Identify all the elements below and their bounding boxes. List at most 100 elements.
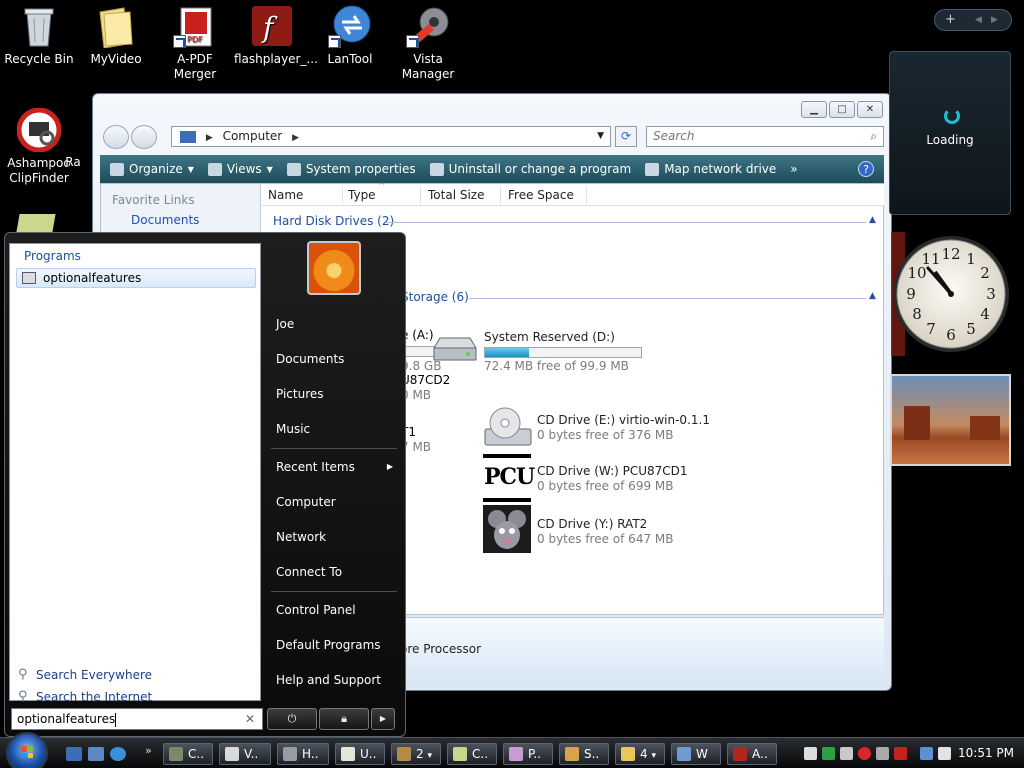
power-controls: ⏻ 🔒︎ ▶	[267, 708, 395, 730]
search-icon: ⌕	[870, 129, 877, 143]
minimize-button[interactable]: ▁	[801, 101, 827, 118]
green-tray-icon[interactable]	[822, 747, 835, 760]
nav-link-documents[interactable]: Documents	[101, 207, 260, 227]
taskbar-group-2[interactable]: 2 ▾	[391, 743, 441, 765]
maximize-button[interactable]: □	[829, 101, 855, 118]
taskbar-item-2[interactable]: V..	[219, 743, 271, 765]
system-properties-button[interactable]: System properties	[286, 162, 416, 176]
close-button[interactable]: ✕	[857, 101, 883, 118]
slideshow-gadget[interactable]	[890, 374, 1011, 466]
cd-drive-icon	[484, 407, 532, 446]
drive-item-d[interactable]: System Reserved (D:) 72.4 MB free of 99.…	[433, 330, 642, 373]
column-type[interactable]: Type	[348, 188, 376, 202]
utility-tray-icon[interactable]	[876, 747, 889, 760]
desktop-icon-flashplayer[interactable]: f flashplayer_...	[234, 4, 318, 67]
back-button[interactable]	[103, 125, 129, 149]
start-item-pictures[interactable]: Pictures	[267, 379, 401, 409]
column-total-size[interactable]: Total Size	[428, 188, 484, 202]
shutdown-options-button[interactable]: ▶	[371, 708, 395, 730]
start-item-user[interactable]: Joe	[267, 309, 401, 339]
next-gadget-button[interactable]: ▶	[991, 15, 998, 25]
taskbar-item-8[interactable]: S..	[559, 743, 609, 765]
desktop-icon-vista-manager[interactable]: Vista Manager	[390, 4, 466, 82]
desktop-icon-ashampoo-clipfinder[interactable]: Ashampoo ClipFinder	[1, 107, 77, 186]
internet-explorer-icon[interactable]	[110, 747, 126, 761]
group-removable-storage[interactable]: Storage (6)	[401, 290, 469, 304]
taskbar-item-6[interactable]: C..	[447, 743, 497, 765]
forward-button[interactable]	[131, 125, 157, 149]
clock-numeral: 8	[912, 305, 922, 323]
drive-item-w[interactable]: PCU CD Drive (W:) PCU87CD1 0 bytes free …	[483, 454, 688, 502]
taskbar-group-4[interactable]: 4 ▾	[615, 743, 665, 765]
start-item-help-and-support[interactable]: Help and Support	[267, 665, 401, 695]
views-button[interactable]: Views ▼	[207, 162, 273, 176]
navigation-bar: ▶ Computer ▶ ▼ ⟳ Search ⌕	[101, 125, 885, 149]
desktop-icon-recycle-bin[interactable]: Recycle Bin	[1, 4, 77, 67]
uninstall-program-button[interactable]: Uninstall or change a program	[429, 162, 631, 176]
column-name[interactable]: Name	[268, 188, 303, 202]
address-bar[interactable]: ▶ Computer ▶ ▼	[171, 126, 611, 147]
start-item-control-panel[interactable]: Control Panel	[267, 595, 401, 625]
clear-search-icon[interactable]: ✕	[245, 709, 255, 729]
desktop-icon-partial[interactable]: Ra	[58, 155, 88, 170]
taskbar-item-4[interactable]: U..	[335, 743, 385, 765]
desktop-icon-lantool[interactable]: LanTool	[312, 4, 388, 67]
quicklaunch-more-icon[interactable]: »	[145, 744, 152, 757]
taskbar-clock[interactable]: 10:51 PM	[958, 746, 1014, 760]
group-hard-disk-drives[interactable]: Hard Disk Drives (2)	[273, 214, 394, 228]
refresh-button[interactable]: ⟳	[615, 126, 637, 147]
start-item-documents[interactable]: Documents	[267, 344, 401, 374]
column-free-space[interactable]: Free Space	[508, 188, 574, 202]
show-desktop-icon[interactable]	[66, 747, 82, 761]
lock-button[interactable]: 🔒︎	[319, 708, 369, 730]
search-everywhere-link[interactable]: Search Everywhere	[36, 668, 152, 682]
program-result-optionalfeatures[interactable]: optionalfeatures	[16, 268, 256, 288]
taskbar-item-7[interactable]: P..	[503, 743, 553, 765]
search-input[interactable]: Search ⌕	[646, 126, 884, 147]
start-button[interactable]	[6, 732, 48, 768]
more-commands-button[interactable]: »	[790, 162, 797, 176]
prev-gadget-button[interactable]: ◀	[975, 15, 982, 25]
address-dropdown-icon[interactable]: ▼	[597, 127, 604, 146]
add-gadget-button[interactable]: +	[945, 12, 956, 27]
help-icon[interactable]: ?	[858, 161, 874, 177]
printer-tray-icon[interactable]	[804, 747, 817, 760]
sidebar-controls: + ◀ ▶	[934, 9, 1012, 31]
rat-disc-icon	[483, 505, 531, 553]
tool-tray-icon[interactable]	[840, 747, 853, 760]
taskbar-item-3[interactable]: H..	[277, 743, 329, 765]
switch-windows-icon[interactable]	[88, 747, 104, 761]
start-item-connect-to[interactable]: Connect To	[267, 557, 401, 587]
start-item-default-programs[interactable]: Default Programs	[267, 630, 401, 660]
task-icon	[733, 747, 747, 761]
task-icon	[397, 747, 411, 761]
alert-tray-icon[interactable]	[858, 747, 871, 760]
taskbar-item-10[interactable]: W	[671, 743, 721, 765]
collapse-icon[interactable]: ▲	[869, 215, 876, 225]
map-network-drive-button[interactable]: Map network drive	[645, 162, 776, 176]
drive-item-e[interactable]: CD Drive (E:) virtio-win-0.1.1 0 bytes f…	[484, 407, 710, 446]
start-item-music[interactable]: Music	[267, 414, 401, 444]
app-tray-icon[interactable]	[894, 747, 907, 760]
search-internet-link[interactable]: Search the Internet	[36, 690, 152, 704]
views-icon	[207, 162, 222, 176]
task-icon	[677, 747, 691, 761]
clock-gadget[interactable]: 12 1 2 3 4 5 6 7 8 9 10 11	[891, 232, 1011, 356]
collapse-icon[interactable]: ▲	[869, 291, 876, 301]
task-icon	[621, 747, 635, 761]
volume-tray-icon[interactable]	[938, 747, 951, 760]
user-picture[interactable]	[307, 241, 361, 295]
start-item-recent-items[interactable]: Recent Items ▶	[267, 452, 401, 482]
taskbar-item-1[interactable]: C..	[163, 743, 213, 765]
taskbar-item-11[interactable]: A..	[727, 743, 777, 765]
power-button[interactable]: ⏻	[267, 708, 317, 730]
network-tray-icon[interactable]	[920, 747, 933, 760]
start-search-input[interactable]: optionalfeatures ✕	[11, 708, 263, 730]
drive-item-y[interactable]: CD Drive (Y:) RAT2 0 bytes free of 647 M…	[483, 505, 673, 553]
desktop-icon-myvideo[interactable]: MyVideo	[78, 4, 154, 67]
task-icon	[169, 747, 183, 761]
desktop-icon-a-pdf-merger[interactable]: PDF A-PDF Merger	[157, 4, 233, 82]
start-item-network[interactable]: Network	[267, 522, 401, 552]
organize-button[interactable]: Organize ▼	[110, 162, 194, 176]
start-item-computer[interactable]: Computer	[267, 487, 401, 517]
